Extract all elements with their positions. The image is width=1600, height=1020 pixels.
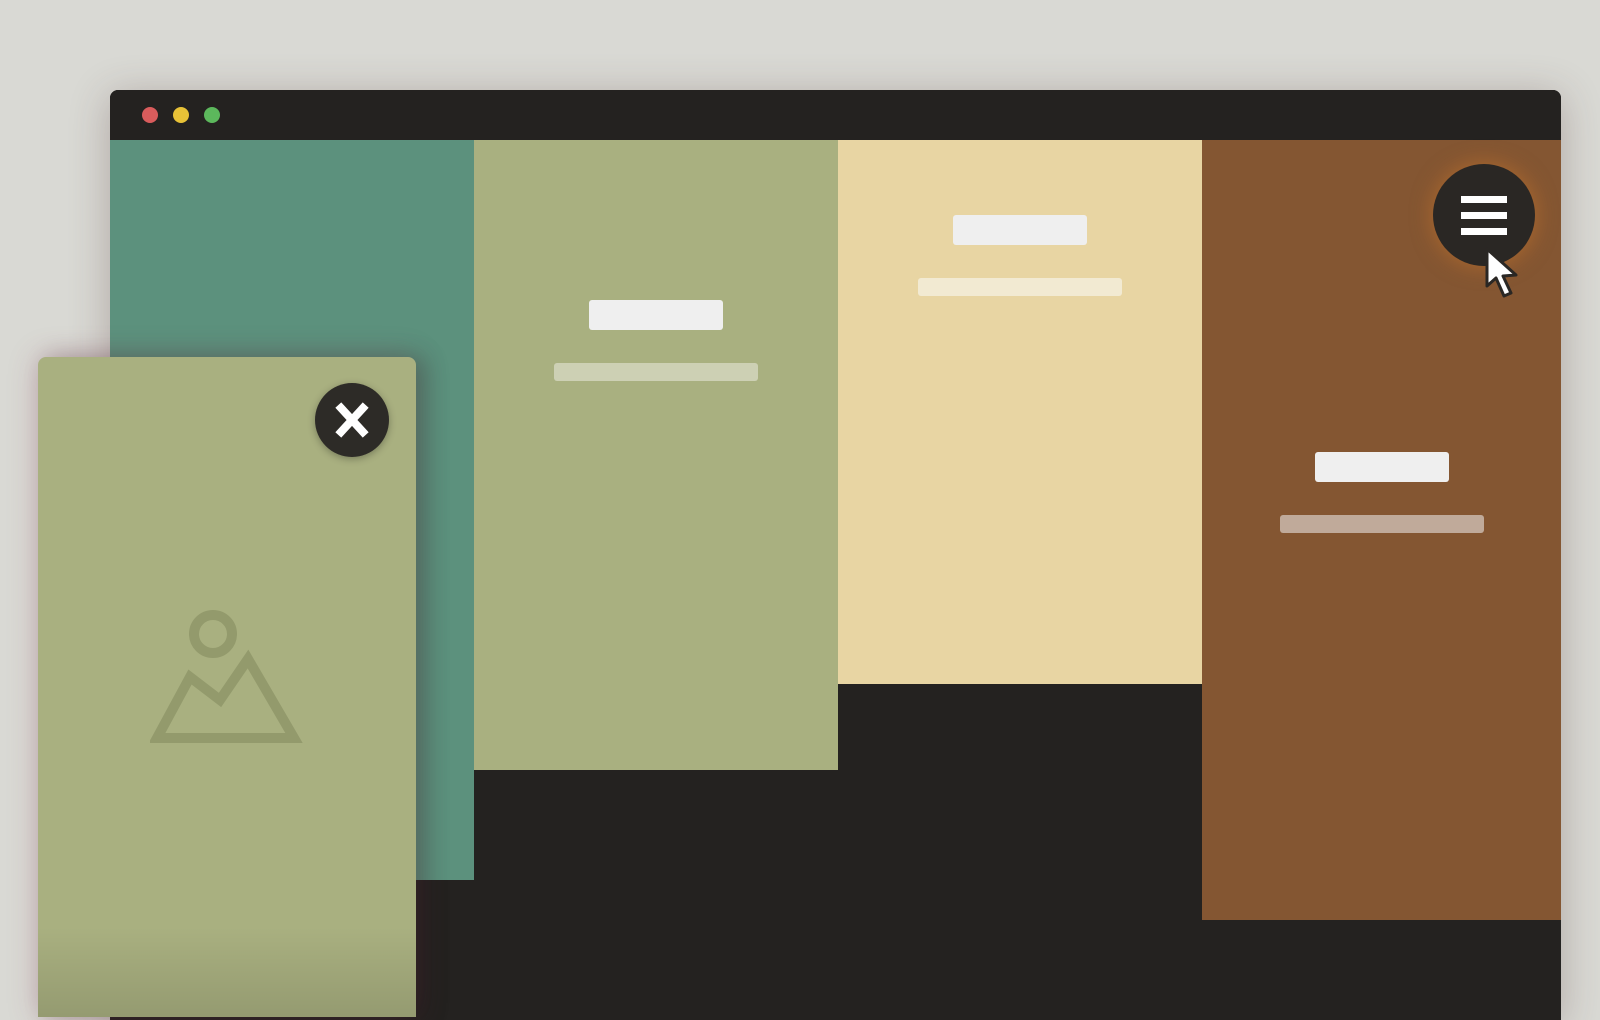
panel-olive[interactable]: [474, 140, 838, 770]
close-x-icon: [335, 402, 369, 438]
panel-olive-subtitle-placeholder: [554, 363, 758, 381]
panel-brown-subtitle-placeholder: [1280, 515, 1484, 533]
panel-brown-title-placeholder: [1315, 452, 1449, 482]
window-titlebar: [110, 90, 1561, 140]
mouse-pointer-cursor: [1485, 247, 1518, 298]
hamburger-menu-icon-line: [1461, 212, 1507, 219]
close-card-button[interactable]: [315, 383, 389, 457]
panel-olive-title-placeholder: [589, 300, 723, 330]
image-placeholder-icon: [150, 610, 303, 743]
card-bottom-fade: [38, 927, 416, 1017]
hamburger-menu-icon: [1461, 196, 1507, 203]
hamburger-menu-icon-line: [1461, 228, 1507, 235]
panel-sand[interactable]: [838, 140, 1202, 684]
window-zoom-control[interactable]: [204, 107, 220, 123]
panel-sand-title-placeholder: [953, 215, 1087, 245]
window-minimize-control[interactable]: [173, 107, 189, 123]
window-close-control[interactable]: [142, 107, 158, 123]
panel-sand-subtitle-placeholder: [918, 278, 1122, 296]
expanded-card: [38, 357, 416, 1017]
